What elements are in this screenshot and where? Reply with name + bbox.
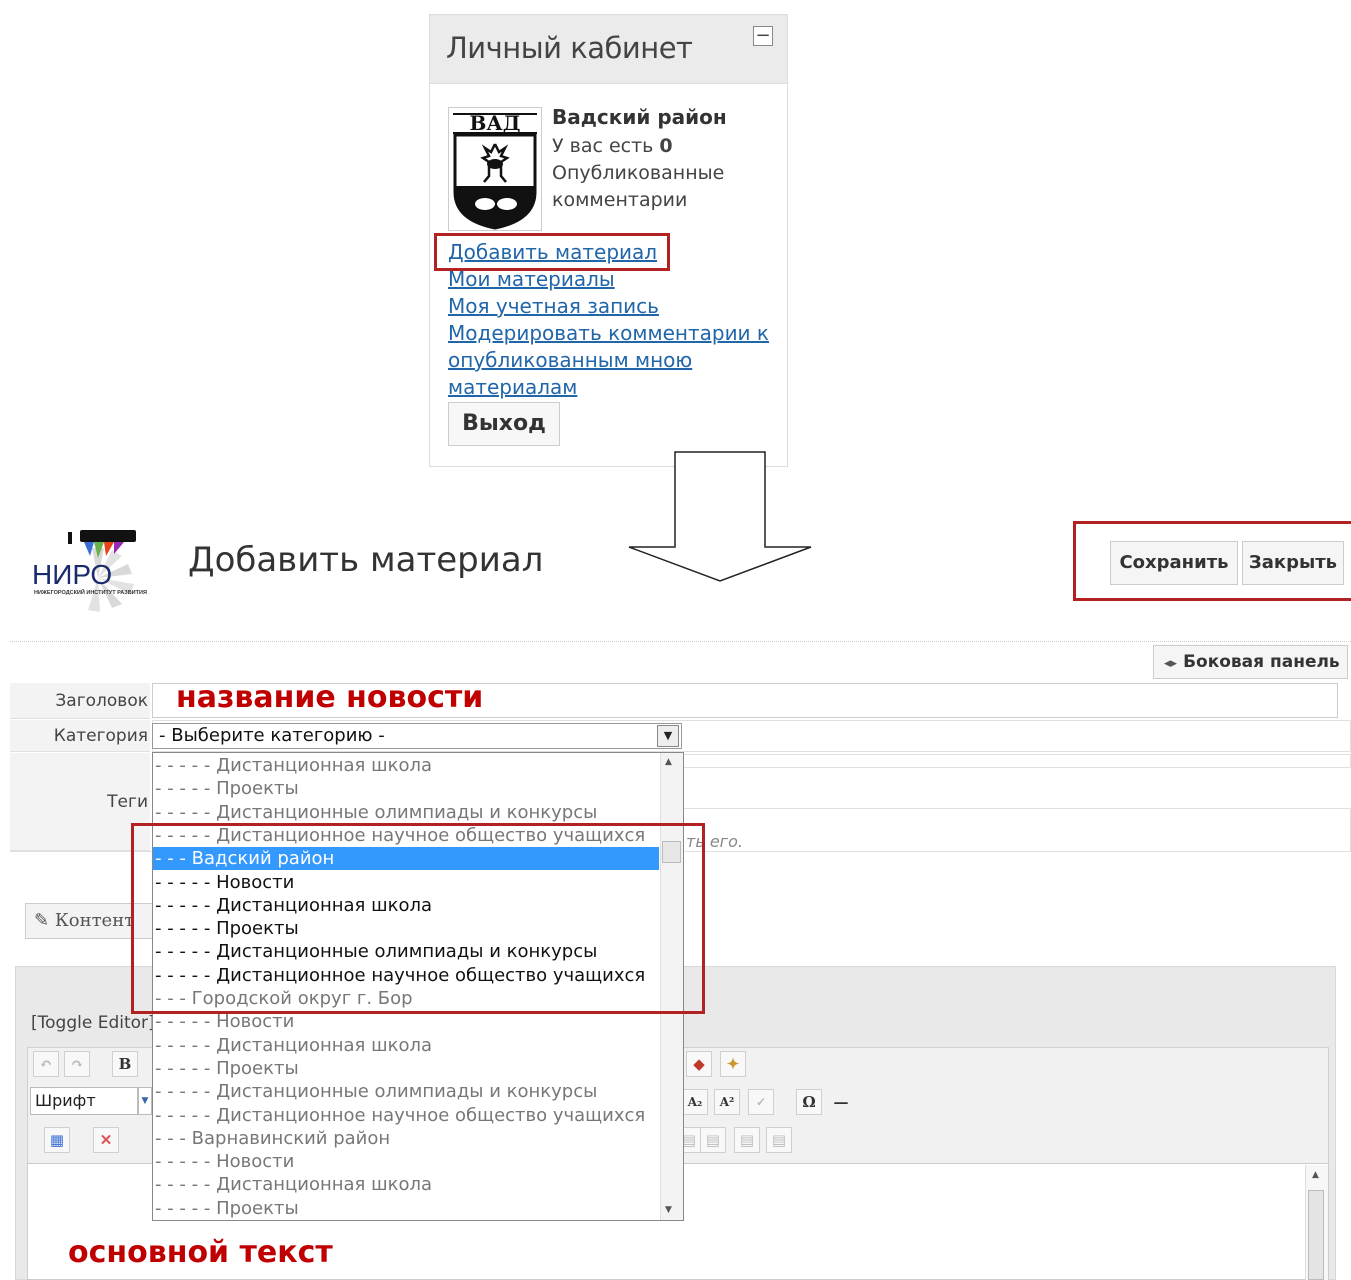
subscript-button[interactable]: A₂ <box>682 1089 708 1115</box>
moderate-comments-link-line3[interactable]: материалам <box>448 374 577 401</box>
moderate-comments-link[interactable]: Модерировать комментарии к <box>448 320 769 347</box>
document-icon[interactable]: ▤ <box>734 1127 760 1153</box>
redo-icon[interactable]: ↷ <box>64 1051 90 1077</box>
dropdown-option[interactable]: - - - - - Проекты <box>153 1057 659 1080</box>
highlight-frame <box>1073 521 1351 601</box>
moderate-comments-link-line2[interactable]: опубликованным мною <box>448 347 692 374</box>
my-materials-link[interactable]: Мои материалы <box>448 266 615 293</box>
eraser-icon[interactable]: ◆ <box>686 1051 712 1077</box>
main-text: основной текст <box>68 1235 333 1270</box>
scroll-up-icon[interactable]: ▲ <box>1312 1170 1319 1180</box>
tags-row <box>682 754 1351 768</box>
document-icon[interactable]: ▤ <box>700 1127 726 1153</box>
dropdown-option[interactable]: - - - - - Дистанционное научное общество… <box>153 1104 659 1127</box>
page-title: Добавить материал <box>188 540 544 580</box>
my-account-link[interactable]: Моя учетная запись <box>448 293 659 320</box>
down-arrow-icon <box>628 451 812 582</box>
comments-suffix: Опубликованные комментарии <box>552 162 725 211</box>
toggle-editor-link[interactable]: [Toggle Editor] <box>31 1013 155 1033</box>
tags-label: Теги <box>10 753 150 851</box>
tags-input[interactable] <box>682 808 1351 852</box>
highlight-frame <box>131 823 705 1014</box>
comments-prefix: У вас есть <box>552 135 660 157</box>
comments-count: 0 <box>659 135 673 157</box>
cabinet-title: Личный кабинет <box>446 31 693 65</box>
tab-content-label: Контент <box>54 910 135 931</box>
category-label: Категория <box>10 720 150 752</box>
edit-icon: ✎ <box>34 910 50 931</box>
dropdown-option[interactable]: - - - - - Дистанционная школа <box>153 754 659 777</box>
spellcheck-icon[interactable]: ✓ <box>748 1089 774 1115</box>
dropdown-option[interactable]: - - - - - Новости <box>153 1150 659 1173</box>
superscript-button[interactable]: A² <box>714 1089 740 1115</box>
dropdown-option[interactable]: - - - - - Дистанционные олимпиады и конк… <box>153 801 659 824</box>
broom-icon[interactable]: ✦ <box>720 1051 746 1077</box>
logout-button[interactable]: Выход <box>448 402 560 446</box>
svg-text:НИЖЕГОРОДСКИЙ ИНСТИТУТ РАЗВИТИ: НИЖЕГОРОДСКИЙ ИНСТИТУТ РАЗВИТИЯ <box>34 588 147 596</box>
cabinet-header: Личный кабинет − <box>430 15 787 84</box>
document-icon[interactable]: ▤ <box>766 1127 792 1153</box>
expand-arrows-icon: ◂▸ <box>1164 656 1178 671</box>
bold-button[interactable]: B <box>112 1051 138 1077</box>
horizontal-rule-button[interactable]: — <box>828 1089 854 1115</box>
dropdown-option[interactable]: - - - - - Проекты <box>153 1197 659 1220</box>
user-name: Вадский район <box>552 105 727 129</box>
collapse-button[interactable]: − <box>753 26 773 46</box>
dropdown-option[interactable]: - - - - - Дистанционная школа <box>153 1034 659 1057</box>
scrollbar-thumb[interactable] <box>1308 1190 1324 1280</box>
niro-logo: НИРО НИЖЕГОРОДСКИЙ ИНСТИТУТ РАЗВИТИЯ <box>30 528 166 612</box>
title-value: название новости <box>176 680 484 715</box>
chevron-down-icon[interactable]: ▼ <box>138 1087 152 1115</box>
insert-image-icon[interactable]: ▦ <box>44 1127 70 1153</box>
svg-text:НИРО: НИРО <box>32 559 112 590</box>
font-select[interactable]: Шрифт <box>30 1087 138 1115</box>
sidebar-toggle-button[interactable]: ◂▸ Боковая панель <box>1153 645 1348 679</box>
chevron-down-icon[interactable]: ▼ <box>657 725 679 747</box>
dropdown-option[interactable]: - - - Варнавинский район <box>153 1127 659 1150</box>
personal-cabinet-panel: Личный кабинет − ВАД Вадский район У вас… <box>429 14 788 467</box>
scroll-down-icon[interactable]: ▼ <box>665 1205 672 1215</box>
title-label: Заголовок <box>10 683 150 719</box>
scroll-up-icon[interactable]: ▲ <box>665 757 672 767</box>
header-divider <box>10 641 1351 642</box>
undo-icon[interactable]: ↶ <box>33 1051 59 1077</box>
dropdown-option[interactable]: - - - - - Дистанционные олимпиады и конк… <box>153 1080 659 1103</box>
comments-info: У вас есть 0 Опубликованные комментарии <box>552 133 777 214</box>
sidebar-toggle-label: Боковая панель <box>1183 652 1340 672</box>
dropdown-option[interactable]: - - - - - Дистанционная школа <box>153 1173 659 1196</box>
category-select[interactable]: - Выберите категорию - <box>152 723 682 749</box>
special-char-button[interactable]: Ω <box>796 1089 822 1115</box>
district-emblem: ВАД <box>448 107 542 231</box>
dropdown-option[interactable]: - - - - - Проекты <box>153 777 659 800</box>
delete-icon[interactable]: ✕ <box>93 1127 119 1153</box>
